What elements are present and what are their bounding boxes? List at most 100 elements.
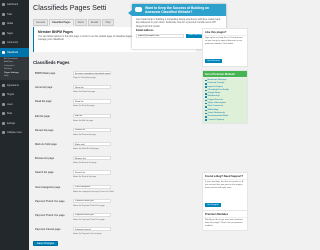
page-select[interactable]: Payment cancel: [73, 227, 111, 232]
row-description: Page for Classifieds page: [73, 77, 96, 79]
module-link-label: Custom Payment: [207, 118, 225, 121]
premium-modules-widget: Premium Modules Would you like to get ev…: [202, 210, 248, 231]
bullet-icon: [205, 119, 207, 121]
page-icon: [2, 31, 5, 35]
settings-table: BNPM Main page bp-main-navigation-classif…: [33, 70, 193, 240]
settings-row: Payment Thank You page Payment thank you H…: [33, 212, 193, 226]
sidebar-item-dashboard[interactable]: Dashboard: [0, 0, 29, 10]
page-title: Classifieds Pages Setti: [33, 3, 107, 12]
sidebar-item-settings[interactable]: Settings: [0, 118, 29, 128]
tab-help[interactable]: Help: [102, 19, 114, 26]
bullet-icon: [205, 83, 207, 85]
row-label: Renew list page: [35, 128, 54, 132]
row-description: Home for Home list page: [73, 91, 96, 94]
chat-bubble-icon: [135, 7, 142, 12]
classifieds-icon: [2, 50, 5, 54]
row-description: Home for Search list page: [73, 176, 97, 179]
dashboard-icon: [2, 3, 5, 7]
sidebar-item-users[interactable]: Users: [0, 99, 29, 109]
bullet-icon: [205, 102, 207, 105]
users-icon: [2, 102, 5, 106]
settings-row: Payment Thank You page Payment thank you H…: [33, 198, 193, 212]
bullet-icon: [205, 89, 207, 92]
premium-title: Premium Modules: [203, 211, 247, 218]
page-select[interactable]: Payment thank you: [73, 198, 111, 203]
premium-text: Would you like to get even more features…: [205, 219, 243, 228]
page-select[interactable]: Browse list: [73, 156, 111, 161]
bullet-icon: [205, 99, 207, 102]
sidebar-item-classifieds[interactable]: Classifieds: [0, 47, 29, 57]
submenu-help[interactable]: Help: [4, 75, 29, 78]
page-select[interactable]: Edit list: [73, 113, 111, 118]
sidebar-item-media[interactable]: Media: [0, 19, 29, 29]
page-select[interactable]: Read list: [73, 99, 111, 104]
bullet-icon: [205, 93, 207, 95]
collapse-icon: [2, 131, 5, 135]
settings-tabs: General Classified Pages Alerts Emails H…: [33, 19, 114, 26]
sidebar-item-pages[interactable]: Pages: [0, 29, 29, 39]
page-select[interactable]: bp-main-navigation-classifieds-page: [73, 71, 111, 76]
page-select[interactable]: Payment thank you: [73, 212, 111, 218]
row-label: BNPM Main page: [35, 72, 56, 75]
settings-icon: [2, 121, 5, 125]
page-select[interactable]: Show list: [73, 85, 111, 90]
bullet-icon: [205, 86, 207, 88]
row-label: Edit list page: [35, 114, 50, 118]
settings-row: BNPM Main page bp-main-navigation-classif…: [33, 70, 193, 84]
module-link[interactable]: Custom Payment: [205, 119, 245, 122]
row-label: Payment Thank You page: [35, 199, 65, 203]
media-icon: [2, 22, 5, 26]
section-title: Classifieds Pages: [33, 60, 70, 65]
save-button[interactable]: Save Changes: [33, 241, 59, 246]
sidebar-item-comments[interactable]: Comments: [0, 38, 29, 48]
email-input[interactable]: admin@example.com: [136, 33, 185, 39]
bullet-icon: [205, 109, 207, 112]
row-description: Home for Payment Thank You page: [73, 204, 105, 207]
page-select[interactable]: Mark sold: [73, 141, 111, 147]
row-label: Mark As Sold page: [35, 142, 57, 146]
get-support-button[interactable]: Get Support: [205, 202, 221, 207]
page-select[interactable]: Search list: [73, 170, 111, 175]
page-select[interactable]: Renew list: [73, 127, 111, 132]
row-description: Home for Payment Cancel page: [73, 233, 102, 236]
bullet-icon: [205, 116, 207, 118]
get-discount-button[interactable]: Get Discount: [205, 58, 222, 63]
row-description: Home for Renew list page: [73, 133, 97, 136]
row-label: Payment Thank You page: [35, 213, 65, 217]
settings-row: Edit list page Edit list Home for Edit lis…: [33, 113, 193, 127]
sidebar-item-appearance[interactable]: Appearance: [0, 80, 29, 90]
premium-module-widget: Get a Premium Module! Bookmark Manager Fe…: [202, 70, 248, 124]
pin-icon: [2, 12, 5, 16]
brush-icon: [2, 83, 5, 87]
row-description: Home for Payment Thank You page: [73, 218, 105, 221]
row-description: Home for Edit list page: [73, 119, 94, 122]
tab-alerts[interactable]: Alerts: [74, 19, 87, 26]
modules-list: Bookmark Manager Featured Listings Import …: [203, 78, 247, 123]
tab-general[interactable]: General: [33, 19, 48, 26]
row-description: Home for categories list page (Terms for…: [73, 190, 114, 193]
settings-row: View Categories page View categories Home …: [33, 184, 193, 198]
sidebar-item-tools[interactable]: Tools: [0, 109, 29, 119]
row-label: Read list page: [35, 100, 52, 104]
settings-row: Renew list page Renew list Home for Renew …: [33, 127, 193, 141]
tab-emails[interactable]: Emails: [87, 19, 102, 26]
admin-sidebar: Dashboard Posts Media Pages Comments Cla…: [0, 0, 29, 250]
settings-row: Read list page Read list Home for Read lis…: [33, 98, 193, 112]
modules-title: Get a Premium Module!: [203, 71, 247, 78]
page-select[interactable]: View categories: [73, 184, 111, 189]
tab-classified-pages[interactable]: Classified Pages: [48, 19, 74, 26]
found-title: Found a Bug? Need Support?: [203, 173, 247, 180]
sidebar-item-plugins[interactable]: Plugins: [0, 90, 29, 100]
sidebar-item-posts[interactable]: Posts: [0, 10, 29, 20]
row-description: Home for Browse list page: [73, 162, 97, 165]
row-label: Payment Cancel page: [35, 228, 61, 232]
row-description: Home for Read list page: [73, 105, 95, 108]
settings-row: Payment Cancel page Payment cancel Home fo…: [33, 226, 193, 240]
row-label: Search list page: [35, 171, 54, 175]
sidebar-item-collapse[interactable]: Collapse menu: [0, 128, 29, 138]
classifieds-submenu: All Classifieds Add New Categories Setti…: [0, 57, 29, 81]
settings-row: Browse list page Browse list Home for Brow…: [33, 155, 193, 169]
bullet-icon: [205, 112, 207, 115]
like-text: Sign up for our blog & for 5% of discoun…: [205, 37, 243, 46]
wrench-icon: [2, 112, 5, 116]
